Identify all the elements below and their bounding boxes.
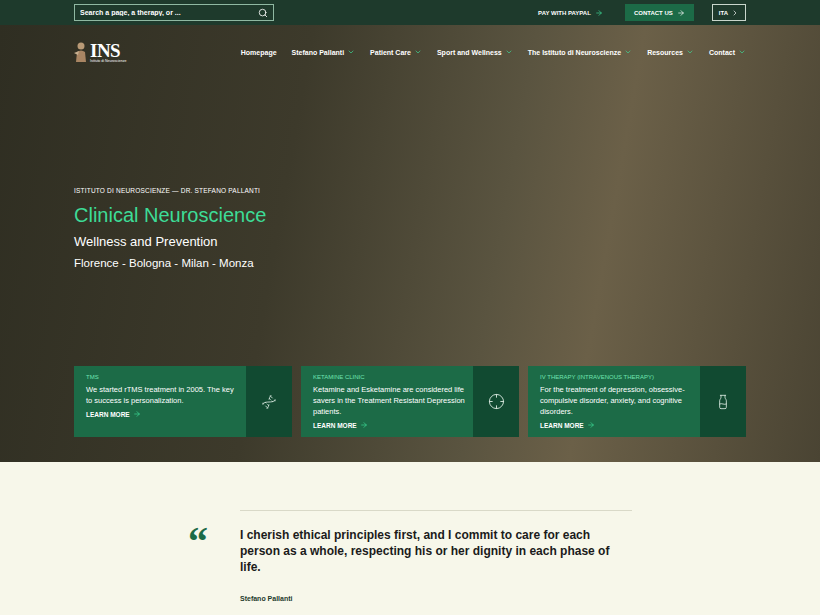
hero-text: ISTITUTO DI NEUROSCIENZE — DR. STEFANO P… xyxy=(74,187,746,269)
chevron-down-icon xyxy=(505,48,513,56)
chevron-down-icon xyxy=(414,48,422,56)
nav-item[interactable]: Stefano Pallanti xyxy=(292,48,356,56)
chevron-right-icon xyxy=(731,9,739,17)
learn-more-link[interactable]: LEARN MORE xyxy=(313,421,465,429)
dna-icon xyxy=(261,394,277,410)
nav-item[interactable]: Patient Care xyxy=(370,48,422,56)
logo-emblem-icon xyxy=(74,41,88,63)
hero-eyebrow: ISTITUTO DI NEUROSCIENZE — DR. STEFANO P… xyxy=(74,187,746,194)
logo-subtitle: Istituto di Neuroscienze xyxy=(90,60,126,64)
arrow-right-icon xyxy=(595,9,603,17)
arrow-right-icon xyxy=(677,9,685,17)
quote-text: I cherish ethical principles first, and … xyxy=(240,527,632,575)
quote-author: Stefano Pallanti xyxy=(240,595,632,602)
learn-more-link[interactable]: LEARN MORE xyxy=(540,421,692,429)
quote-section: “I cherish ethical principles first, and… xyxy=(0,462,820,615)
card-body: For the treatment of depression, obsessi… xyxy=(540,384,692,417)
card-body: Ketamine and Esketamine are considered l… xyxy=(313,384,465,417)
paypal-link[interactable]: PAY WITH PAYPAL xyxy=(538,9,603,17)
nav-item[interactable]: Sport and Wellness xyxy=(437,48,513,56)
search-icon[interactable] xyxy=(258,8,268,18)
arrow-right-icon xyxy=(133,410,141,418)
nav-item[interactable]: The Istituto di Neuroscienze xyxy=(528,48,632,56)
card-icon-box xyxy=(700,366,746,437)
arrow-right-icon xyxy=(587,421,595,429)
service-card[interactable]: IV THERAPY (INTRAVENOUS THERAPY) For the … xyxy=(528,366,746,437)
service-cards: TMS We started rTMS treatment in 2005. Th… xyxy=(74,366,746,437)
nav-row: INSIstituto di Neuroscienze Homepage Stefa… xyxy=(74,39,746,65)
logo-text: INS xyxy=(90,41,126,60)
hero-locations: Florence - Bologna - Milan - Monza xyxy=(74,257,746,269)
chevron-down-icon xyxy=(738,48,746,56)
card-title: KETAMINE CLINIC xyxy=(313,374,465,380)
arrow-right-icon xyxy=(360,421,368,429)
quote-mark: “ xyxy=(188,510,240,615)
bottle-icon xyxy=(715,394,731,410)
target-icon xyxy=(488,393,505,410)
search-input[interactable] xyxy=(80,9,254,16)
hero-title: Clinical Neuroscience xyxy=(74,204,746,227)
chevron-down-icon xyxy=(624,48,632,56)
card-icon-box xyxy=(473,366,519,437)
main-nav: Homepage Stefano Pallanti Patient Care Spor… xyxy=(241,48,746,56)
card-content: TMS We started rTMS treatment in 2005. Th… xyxy=(74,366,246,437)
card-content: IV THERAPY (INTRAVENOUS THERAPY) For the … xyxy=(528,366,700,437)
chevron-down-icon xyxy=(686,48,694,56)
logo[interactable]: INSIstituto di Neuroscienze xyxy=(74,41,126,64)
nav-item[interactable]: Contact xyxy=(709,48,746,56)
service-card[interactable]: KETAMINE CLINIC Ketamine and Esketamine a… xyxy=(301,366,519,437)
card-content: KETAMINE CLINIC Ketamine and Esketamine a… xyxy=(301,366,473,437)
nav-item[interactable]: Homepage xyxy=(241,49,277,56)
card-title: TMS xyxy=(86,374,238,380)
page: PAY WITH PAYPAL CONTACT US ITA INSIstituto … xyxy=(0,0,820,615)
card-body: We started rTMS treatment in 2005. The k… xyxy=(86,384,238,406)
nav-item[interactable]: Resources xyxy=(647,48,694,56)
quote-body: I cherish ethical principles first, and … xyxy=(240,510,632,615)
card-icon-box xyxy=(246,366,292,437)
hero-subtitle: Wellness and Prevention xyxy=(74,234,746,249)
contact-button[interactable]: CONTACT US xyxy=(625,4,694,21)
chevron-down-icon xyxy=(347,48,355,56)
hero: INSIstituto di Neuroscienze Homepage Stefa… xyxy=(0,25,820,462)
language-button[interactable]: ITA xyxy=(712,4,746,21)
service-card[interactable]: TMS We started rTMS treatment in 2005. Th… xyxy=(74,366,292,437)
search-box xyxy=(74,4,274,21)
top-bar: PAY WITH PAYPAL CONTACT US ITA xyxy=(0,0,820,25)
card-title: IV THERAPY (INTRAVENOUS THERAPY) xyxy=(540,374,692,380)
learn-more-link[interactable]: LEARN MORE xyxy=(86,410,238,418)
